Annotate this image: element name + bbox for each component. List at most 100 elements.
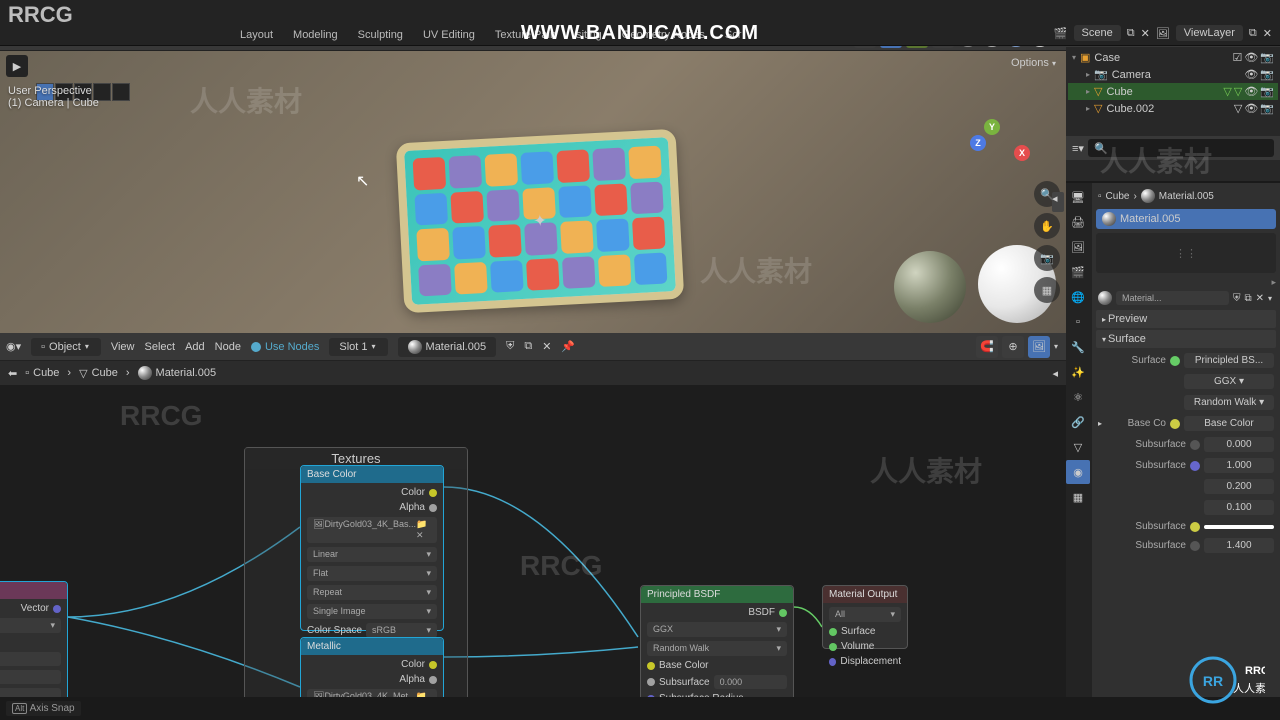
tab-uvediting[interactable]: UV Editing: [423, 29, 475, 41]
snap-icon[interactable]: 🧲: [976, 336, 998, 358]
close-icon[interactable]: ✕: [542, 340, 551, 353]
gizmo-z[interactable]: Z: [970, 135, 986, 151]
material-sphere-1[interactable]: [894, 251, 966, 323]
material-ball-icon: [408, 340, 422, 354]
ptab-material[interactable]: ◉: [1066, 460, 1090, 484]
copy-icon[interactable]: ⧉: [1249, 27, 1257, 40]
ptab-object[interactable]: ▫: [1066, 310, 1090, 334]
close-icon[interactable]: ✕: [1263, 27, 1272, 40]
svg-text:RR: RR: [1203, 673, 1223, 689]
copy-icon[interactable]: ⧉: [1244, 293, 1251, 304]
ptab-output[interactable]: 🖨: [1066, 210, 1090, 234]
copy-icon[interactable]: ⧉: [1127, 27, 1135, 40]
node-type-dropdown[interactable]: ▫ Object▾: [31, 338, 101, 356]
ptab-world[interactable]: 🌐: [1066, 285, 1090, 309]
bc-object[interactable]: ▫Cube: [25, 367, 59, 379]
collection-row[interactable]: ▾▣ Case ☑👁📷: [1068, 49, 1278, 66]
menu-select[interactable]: Select: [145, 341, 176, 353]
outliner: ≡▾ 🔍 ▽ ▾▣ Case ☑👁📷 ▸📷 Camera 👁📷 ▸▽ Cube …: [1066, 23, 1280, 183]
close-icon[interactable]: ✕: [1141, 27, 1150, 40]
subsurface-g[interactable]: 0.200: [1204, 479, 1274, 494]
node-texture-basecolor[interactable]: Base Color Color Alpha 🖼DirtyGold03_4K_B…: [300, 465, 444, 631]
pin-icon[interactable]: 📌: [561, 340, 575, 353]
copy-icon[interactable]: ⧉: [524, 340, 532, 353]
editor-type-icon[interactable]: ◉▾: [6, 340, 21, 353]
nav-gizmo[interactable]: X Y Z: [960, 105, 1030, 175]
axis-snap-indicator: Alt Axis Snap: [6, 701, 81, 716]
tab-sculpting[interactable]: Sculpting: [358, 29, 403, 41]
node-principled-bsdf[interactable]: Principled BSDF BSDF GGX▾ Random Walk▾ B…: [640, 585, 794, 697]
node-texture-metallic[interactable]: Metallic Color Alpha 🖼DirtyGold03_4K_Met…: [300, 637, 444, 697]
region-toggle[interactable]: ◂: [1052, 192, 1064, 212]
menu-view[interactable]: View: [111, 341, 135, 353]
node-header[interactable]: Mapping: [0, 582, 67, 599]
ptab-render[interactable]: 🖥: [1066, 185, 1090, 209]
close-icon[interactable]: ✕: [1256, 293, 1264, 304]
tree-row-cube[interactable]: ▸▽ Cube ▽▽👁📷: [1068, 83, 1278, 100]
editor-type-icon[interactable]: ≡▾: [1072, 142, 1084, 155]
tool-cursor-icon[interactable]: ▶: [6, 55, 28, 77]
use-nodes-toggle[interactable]: Use Nodes: [251, 341, 319, 353]
menu-node[interactable]: Node: [215, 341, 241, 353]
overlay-icon[interactable]: ⊕: [1002, 336, 1024, 358]
ptab-physics[interactable]: ⚛: [1066, 385, 1090, 409]
region-toggle-icon[interactable]: ◂: [1052, 367, 1058, 380]
node-material-output[interactable]: Material Output All▾ Surface Volume Disp…: [822, 585, 908, 649]
tab-layout[interactable]: Layout: [240, 29, 273, 41]
back-icon[interactable]: ⬅: [8, 367, 17, 380]
viewport-options[interactable]: Options ▾: [1011, 57, 1058, 69]
panel-surface[interactable]: ▾Surface: [1096, 330, 1276, 348]
shield-icon[interactable]: ⛨: [506, 340, 514, 353]
bc-material[interactable]: Material.005: [138, 366, 217, 380]
subsurface-ior[interactable]: 1.400: [1204, 538, 1274, 553]
backdrop-icon[interactable]: 🖼: [1028, 336, 1050, 358]
node-toolbar: ◉▾ ▫ Object▾ View Select Add Node Use No…: [0, 333, 1066, 361]
ptab-constraints[interactable]: 🔗: [1066, 410, 1090, 434]
camera-view-icon[interactable]: 📷: [1034, 245, 1060, 271]
subsurface-r[interactable]: 1.000: [1204, 458, 1274, 473]
ptab-viewlayer[interactable]: 🖼: [1066, 235, 1090, 259]
viewport-info: User Perspective (1) Camera | Cube: [8, 85, 99, 109]
scene-icon: 🎬: [1054, 27, 1068, 40]
basecolor-field[interactable]: Base Color: [1184, 416, 1274, 431]
slot-dropdown[interactable]: Slot 1▾: [329, 338, 387, 356]
subsurface-field[interactable]: 0.000: [1204, 437, 1274, 452]
gizmo-x[interactable]: X: [1014, 145, 1030, 161]
material-name-field[interactable]: Material...: [1116, 291, 1229, 305]
surface-shader-dropdown[interactable]: Principled BS...: [1184, 353, 1274, 368]
material-slot[interactable]: Material.005: [1096, 209, 1276, 229]
scene-selector[interactable]: Scene: [1074, 25, 1121, 41]
ptab-particles[interactable]: ✨: [1066, 360, 1090, 384]
menu-add[interactable]: Add: [185, 341, 205, 353]
node-mapping[interactable]: Mapping Vector pe:Point▾ ector: X0 m Y0 …: [0, 581, 68, 697]
material-selector[interactable]: Material.005: [398, 337, 497, 357]
ptab-texture[interactable]: ▦: [1066, 485, 1090, 509]
material-list[interactable]: ⋮⋮: [1096, 233, 1276, 273]
pan-icon[interactable]: ✋: [1034, 213, 1060, 239]
select-mode-intersect[interactable]: [112, 83, 130, 101]
bc-mesh[interactable]: ▽Cube: [79, 367, 118, 380]
panel-preview[interactable]: ▸Preview: [1096, 310, 1276, 328]
ptab-modifiers[interactable]: 🔧: [1066, 335, 1090, 359]
node-canvas[interactable]: Mapping Vector pe:Point▾ ector: X0 m Y0 …: [0, 437, 1066, 697]
search-icon: 🔍: [1094, 142, 1108, 155]
mesh-icon: ▽: [1094, 102, 1102, 115]
tab-modeling[interactable]: Modeling: [293, 29, 338, 41]
ptab-data[interactable]: ▽: [1066, 435, 1090, 459]
search-input[interactable]: 🔍: [1088, 139, 1274, 157]
gizmo-y[interactable]: Y: [984, 119, 1000, 135]
ptab-scene[interactable]: 🎬: [1066, 260, 1090, 284]
shield-icon[interactable]: ⛨: [1233, 293, 1241, 304]
tree-row-cube002[interactable]: ▸▽ Cube.002 ▽👁📷: [1068, 100, 1278, 117]
phone-object[interactable]: ✦: [396, 129, 685, 313]
tree-row-camera[interactable]: ▸📷 Camera 👁📷: [1068, 66, 1278, 83]
perspective-icon[interactable]: ▦: [1034, 277, 1060, 303]
subsurface-color[interactable]: [1204, 525, 1274, 529]
sss-dropdown[interactable]: Random Walk ▾: [1184, 395, 1274, 410]
viewlayer-selector[interactable]: ViewLayer: [1176, 25, 1243, 41]
rrcg-logo: RRRRCG人人素材: [1180, 650, 1270, 710]
dist-dropdown[interactable]: GGX ▾: [1184, 374, 1274, 389]
subsurface-b[interactable]: 0.100: [1204, 500, 1274, 515]
3d-viewport[interactable]: ▶ User Perspective (1) Camera | Cube Opt…: [0, 51, 1066, 333]
3d-cursor-icon: ✦: [533, 211, 547, 232]
